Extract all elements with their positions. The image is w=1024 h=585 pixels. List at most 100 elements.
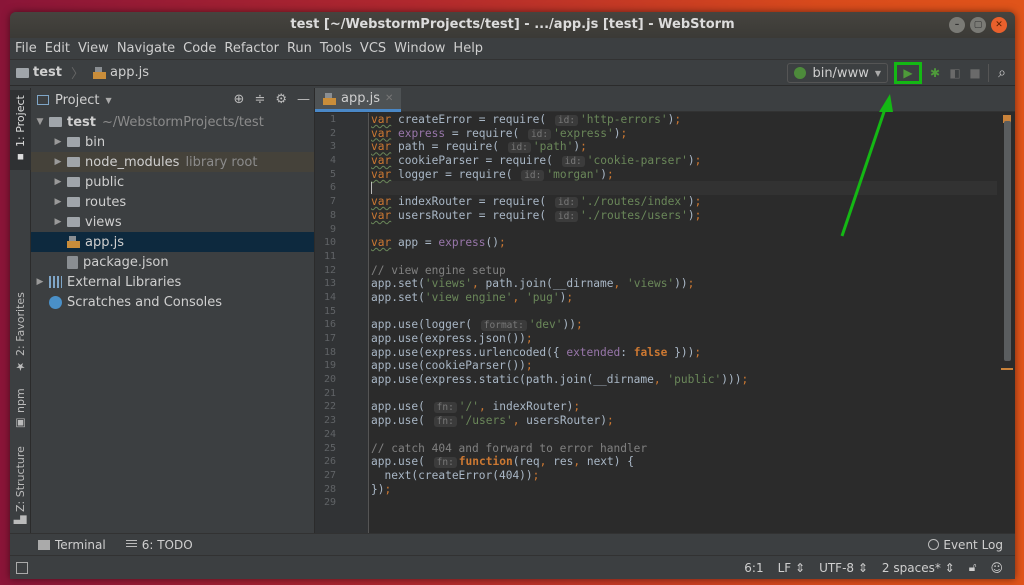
menu-refactor[interactable]: Refactor: [224, 41, 279, 56]
locate-file-icon[interactable]: ⊕: [234, 92, 245, 107]
code-line[interactable]: [371, 496, 997, 510]
code-editor[interactable]: 1 2 3 4 5 6 7 8 9 10 11 12 13 14 15 16 17 18 19 20 21 22 23 24 2…: [315, 113, 997, 533]
code-line[interactable]: app.use(express.static(path.join(__dirna…: [371, 373, 997, 387]
code-lines[interactable]: var createError = require( id:'http-erro…: [371, 113, 997, 510]
run-button[interactable]: ▶: [894, 62, 922, 84]
line-number: 20: [323, 374, 336, 386]
code-line[interactable]: var indexRouter = require( id: './routes/…: [371, 195, 997, 209]
menu-run[interactable]: Run: [287, 41, 312, 56]
breadcrumb-project[interactable]: test: [33, 65, 62, 80]
code-line[interactable]: var path = require( id:'path');: [371, 140, 997, 154]
tool-tab-structure[interactable]: ▙ Z: Structure: [10, 440, 31, 530]
terminal-label: Terminal: [55, 537, 106, 552]
code-line[interactable]: [371, 428, 997, 442]
tree-item-public[interactable]: ▶ public: [31, 172, 314, 192]
tree-item-label: bin: [85, 134, 106, 150]
code-line[interactable]: });: [371, 483, 997, 497]
collapsed-arrow-icon[interactable]: ▶: [51, 217, 65, 227]
code-line[interactable]: var logger = require( id:'morgan');: [371, 168, 997, 182]
code-line[interactable]: [371, 223, 997, 237]
code-line[interactable]: var express = require( id:'express');: [371, 127, 997, 141]
lock-icon[interactable]: 🔓︎: [969, 560, 977, 575]
code-line[interactable]: [371, 387, 997, 401]
run-configuration-select[interactable]: bin/www ▼: [787, 63, 888, 83]
tool-tab-npm[interactable]: ▣ npm: [10, 384, 31, 434]
code-line[interactable]: [371, 250, 997, 264]
todo-tool-button[interactable]: 6: TODO: [125, 538, 193, 552]
menu-window[interactable]: Window: [394, 41, 445, 56]
menu-view[interactable]: View: [78, 41, 109, 56]
collapsed-arrow-icon[interactable]: ▶: [51, 157, 65, 167]
code-line[interactable]: [371, 181, 997, 196]
menu-edit[interactable]: Edit: [45, 41, 70, 56]
close-button[interactable]: ✕: [991, 17, 1007, 33]
code-line[interactable]: // catch 404 and forward to error handle…: [371, 442, 997, 456]
caret-position[interactable]: 6:1: [744, 561, 763, 575]
maximize-button[interactable]: ▢: [970, 17, 986, 33]
tree-item-routes[interactable]: ▶ routes: [31, 192, 314, 212]
collapsed-arrow-icon[interactable]: ▶: [51, 137, 65, 147]
breadcrumb: test 〉 app.js: [16, 63, 149, 82]
debug-bug-icon[interactable]: ✱: [928, 66, 942, 80]
tree-item-app-js[interactable]: app.js: [31, 232, 314, 252]
code-line[interactable]: app.use(express.json());: [371, 332, 997, 346]
hector-inspector-icon[interactable]: ☺: [990, 561, 1003, 575]
tree-item-views[interactable]: ▶ views: [31, 212, 314, 232]
minimize-button[interactable]: –: [949, 17, 965, 33]
code-line[interactable]: [371, 305, 997, 319]
stop-icon[interactable]: ■: [968, 66, 982, 80]
code-line[interactable]: next(createError(404));: [371, 469, 997, 483]
line-separator-select[interactable]: LF ⇕: [778, 561, 805, 575]
tree-item-node-modules[interactable]: ▶ node_modules library root: [31, 152, 314, 172]
code-line[interactable]: app.use( fn: '/', indexRouter);: [371, 400, 997, 414]
code-line[interactable]: app.use(express.urlencoded({ extended: f…: [371, 346, 997, 360]
project-view-select[interactable]: Project: [55, 93, 99, 108]
code-line[interactable]: var usersRouter = require( id: './routes/…: [371, 209, 997, 223]
menu-vcs[interactable]: VCS: [360, 41, 386, 56]
editor-scrollbar[interactable]: [997, 113, 1015, 533]
close-tab-icon[interactable]: ✕: [385, 93, 393, 104]
code-line[interactable]: // view engine setup: [371, 264, 997, 278]
tree-item-external-libraries[interactable]: ▶ External Libraries: [31, 272, 314, 292]
menu-help[interactable]: Help: [453, 41, 483, 56]
tool-tab-favorites[interactable]: ★ 2: Favorites: [10, 288, 31, 378]
code-line[interactable]: app.use(cookieParser());: [371, 359, 997, 373]
coverage-icon[interactable]: ◧: [948, 66, 962, 80]
tab-app-js[interactable]: app.js ✕: [315, 88, 402, 112]
event-log-button[interactable]: Event Log: [928, 538, 1003, 552]
code-line[interactable]: app.set('views', path.join(__dirname, 'v…: [371, 277, 997, 291]
menu-file[interactable]: File: [15, 41, 37, 56]
encoding-select[interactable]: UTF-8 ⇕: [819, 561, 868, 575]
collapse-all-icon[interactable]: ≑: [254, 92, 265, 107]
collapsed-arrow-icon[interactable]: ▶: [33, 277, 47, 287]
tool-tab-project[interactable]: ▪ 1: Project: [10, 90, 31, 170]
collapsed-arrow-icon[interactable]: ▶: [51, 197, 65, 207]
indent-select[interactable]: 2 spaces* ⇕: [882, 561, 955, 575]
code-line[interactable]: var cookieParser = require( id:'cookie-p…: [371, 154, 997, 168]
code-line[interactable]: app.use(logger( format:'dev'));: [371, 318, 997, 332]
menu-navigate[interactable]: Navigate: [117, 41, 175, 56]
code-line[interactable]: var createError = require( id:'http-erro…: [371, 113, 997, 127]
collapsed-arrow-icon[interactable]: ▶: [51, 177, 65, 187]
tree-item-scratches[interactable]: Scratches and Consoles: [31, 292, 314, 312]
menu-tools[interactable]: Tools: [320, 41, 352, 56]
code-line[interactable]: app.use( fn: '/users', usersRouter);: [371, 414, 997, 428]
tree-item-test[interactable]: ▼ test ~/WebstormProjects/test: [31, 112, 314, 132]
scrollbar-thumb[interactable]: [1004, 121, 1011, 361]
menu-bar: File Edit View Navigate Code Refactor Ru…: [10, 38, 1015, 60]
menu-code[interactable]: Code: [183, 41, 216, 56]
code-line[interactable]: app.set('view engine', 'pug');: [371, 291, 997, 305]
gear-icon[interactable]: ⚙: [275, 92, 287, 107]
toggle-tool-windows-icon[interactable]: [16, 561, 28, 574]
breadcrumb-file[interactable]: app.js: [110, 65, 149, 80]
search-icon[interactable]: ⌕: [995, 66, 1009, 80]
encoding-label: UTF-8: [819, 560, 855, 575]
expanded-arrow-icon[interactable]: ▼: [33, 117, 47, 127]
terminal-tool-button[interactable]: Terminal: [38, 538, 106, 552]
tree-item-bin[interactable]: ▶ bin: [31, 132, 314, 152]
error-stripe-marker[interactable]: [1001, 368, 1013, 370]
hide-panel-icon[interactable]: —: [297, 92, 310, 107]
tree-item-package-json[interactable]: package.json: [31, 252, 314, 272]
code-line[interactable]: app.use( fn: function(req, res, next) {: [371, 455, 997, 469]
code-line[interactable]: var app = express();: [371, 236, 997, 250]
